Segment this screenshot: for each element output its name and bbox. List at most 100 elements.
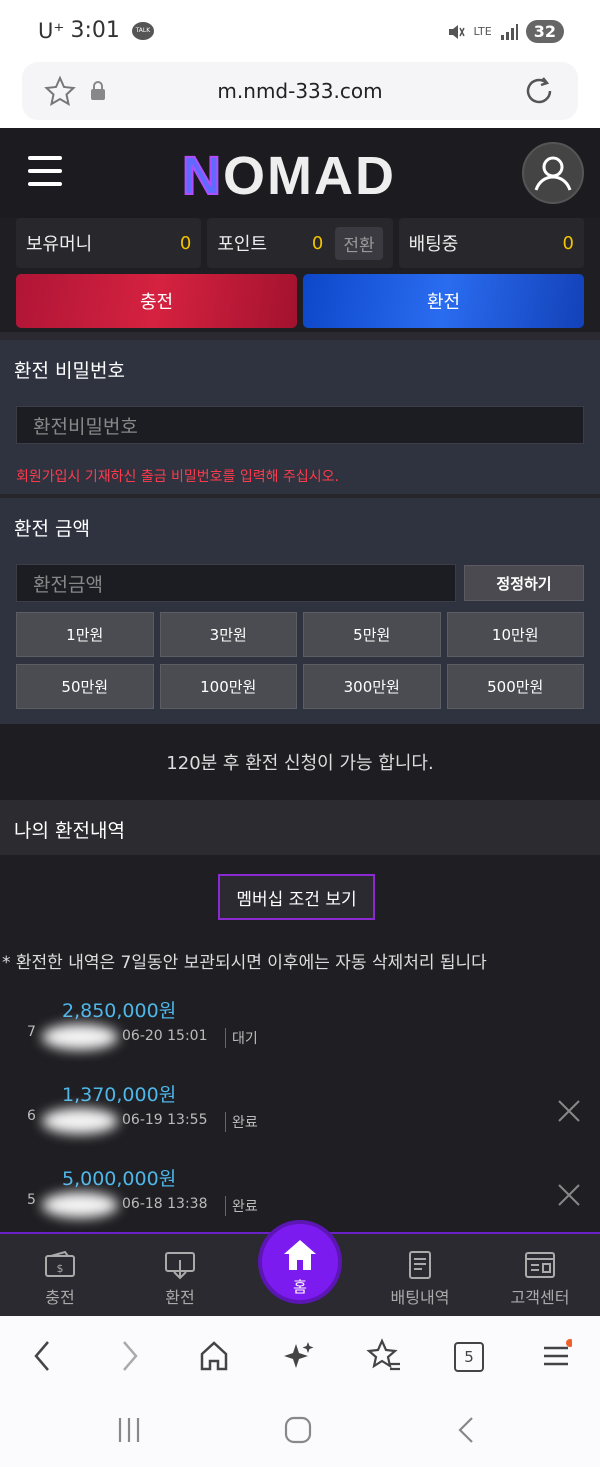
menu-icon[interactable]: [542, 1338, 572, 1374]
history-title: 나의 환전내역: [14, 820, 125, 842]
nav-support[interactable]: 고객센터: [490, 1250, 590, 1308]
mute-icon: [449, 24, 466, 39]
tabs-button[interactable]: 5: [454, 1342, 484, 1372]
history-row-amount: 1,370,000원: [62, 1084, 177, 1106]
quick-amount-button[interactable]: 50만원: [16, 664, 154, 709]
network-type: LTE: [473, 25, 492, 38]
withdraw-icon: [165, 1252, 195, 1280]
quick-amount-button[interactable]: 10만원: [446, 612, 584, 657]
history-row-status: 완료: [225, 1112, 258, 1132]
site-header: NOMAD: [0, 128, 600, 218]
withdraw-password-title: 환전 비밀번호: [14, 360, 125, 382]
back-arrow-icon[interactable]: [30, 1338, 54, 1374]
withdraw-password-input[interactable]: 환전비밀번호: [16, 406, 584, 444]
confirm-amount-button[interactable]: 정정하기: [464, 565, 584, 601]
site-logo[interactable]: NOMAD: [181, 145, 396, 207]
history-row-status: 완료: [225, 1196, 258, 1216]
quick-amount-button[interactable]: 500만원: [446, 664, 584, 709]
quick-amount-button[interactable]: 3만원: [159, 612, 297, 657]
nav-home-label: 홈: [293, 1278, 307, 1296]
bookmarks-star-icon[interactable]: [366, 1338, 402, 1374]
address-bar[interactable]: m.nmd-333.com: [22, 62, 578, 120]
history-retention-note: * 환전한 내역은 7일동안 보관되시면 이후에는 자동 삭제처리 됩니다: [2, 953, 487, 973]
money-label: 보유머니: [26, 234, 93, 255]
quick-amount-button[interactable]: 300만원: [303, 664, 441, 709]
profile-avatar[interactable]: [522, 142, 584, 204]
redacted-username: [42, 1192, 118, 1218]
divider: [0, 332, 600, 340]
quick-amount-button[interactable]: 5만원: [303, 612, 441, 657]
history-row-status: 대기: [225, 1028, 258, 1048]
history-row-date: 06-19 13:55: [122, 1112, 208, 1128]
clock: 3:01: [70, 18, 120, 43]
deposit-button[interactable]: 충전: [16, 274, 297, 328]
redacted-username: [42, 1108, 118, 1134]
talk-notification-icon: TALK: [131, 21, 154, 40]
delete-close-icon[interactable]: [556, 1098, 582, 1124]
nav-deposit[interactable]: $ 충전: [10, 1250, 110, 1308]
history-row-number: 7: [27, 1024, 36, 1040]
betting-label: 배팅중: [408, 234, 459, 255]
browser-url-area: m.nmd-333.com: [0, 62, 600, 128]
point-balance: 포인트 0 전환: [207, 218, 393, 268]
history-row: 7 2,850,000원 06-20 15:01 대기: [0, 996, 600, 1080]
action-buttons: 충전 환전: [16, 274, 584, 328]
status-bar: U⁺ 3:01 TALK LTE 32: [0, 0, 600, 62]
home-icon: [284, 1240, 316, 1270]
nav-bet-history-label: 배팅내역: [390, 1288, 450, 1307]
battery-indicator: 32: [525, 20, 564, 43]
home-icon[interactable]: [198, 1338, 230, 1374]
nav-bet-history[interactable]: 배팅내역: [370, 1250, 470, 1308]
history-row-date: 06-18 13:38: [122, 1196, 208, 1212]
nav-deposit-label: 충전: [45, 1288, 75, 1307]
url-text: m.nmd-333.com: [217, 79, 383, 103]
point-label: 포인트: [217, 234, 268, 255]
support-icon: [525, 1252, 555, 1278]
home-button-icon[interactable]: [284, 1416, 312, 1444]
sparkle-icon[interactable]: [282, 1338, 316, 1374]
point-value: 0: [311, 232, 324, 254]
browser-toolbar: 5: [0, 1316, 600, 1396]
system-navigation: [0, 1396, 600, 1467]
convert-points-button[interactable]: 전환: [335, 226, 383, 260]
history-header: 나의 환전내역: [0, 800, 600, 855]
signal-icon: [500, 23, 518, 40]
menu-icon[interactable]: [28, 156, 62, 186]
history-row-date: 06-20 15:01: [122, 1028, 208, 1044]
withdraw-cooldown-notice: 120분 후 환전 신청이 가능 합니다.: [0, 724, 600, 800]
forward-arrow-icon[interactable]: [118, 1338, 142, 1374]
withdraw-amount-input[interactable]: 환전금액: [16, 564, 456, 602]
password-warning: 회원가입시 기재하신 출금 비밀번호를 입력해 주십시오.: [16, 469, 339, 485]
carrier-label: U⁺: [38, 18, 65, 43]
back-button-icon[interactable]: [456, 1416, 476, 1444]
betting-value: 0: [562, 232, 574, 254]
balance-bar: 보유머니 0 포인트 0 전환 배팅중 0: [16, 218, 584, 268]
betting-balance: 배팅중 0: [398, 218, 584, 268]
history-row-amount: 5,000,000원: [62, 1168, 177, 1190]
nav-withdraw[interactable]: 환전: [130, 1250, 230, 1308]
withdraw-button[interactable]: 환전: [303, 274, 584, 328]
nav-home[interactable]: 홈: [258, 1220, 342, 1304]
recent-apps-icon[interactable]: [116, 1416, 142, 1444]
withdraw-amount-title: 환전 금액: [14, 518, 90, 540]
money-balance: 보유머니 0: [16, 218, 202, 268]
quick-amount-button[interactable]: 100만원: [159, 664, 297, 709]
quick-amount-button[interactable]: 1만원: [16, 612, 154, 657]
history-row-number: 6: [27, 1108, 36, 1124]
reload-icon[interactable]: [522, 74, 556, 108]
wallet-icon: $: [45, 1250, 75, 1277]
user-icon: [534, 156, 572, 191]
nav-withdraw-label: 환전: [165, 1288, 195, 1307]
nav-support-label: 고객센터: [510, 1288, 570, 1307]
history-row: 6 1,370,000원 06-19 13:55 완료: [0, 1080, 600, 1164]
document-icon: [409, 1251, 431, 1279]
money-value: 0: [179, 232, 192, 254]
history-row-amount: 2,850,000원: [62, 1000, 177, 1022]
delete-close-icon[interactable]: [556, 1182, 582, 1208]
withdraw-password-panel: 환전 비밀번호 환전비밀번호 회원가입시 기재하신 출금 비밀번호를 입력해 주…: [0, 340, 600, 494]
membership-conditions-button[interactable]: 멤버십 조건 보기: [218, 874, 375, 920]
quick-amount-grid: 1만원 3만원 5만원 10만원 50만원 100만원 300만원 500만원: [16, 612, 584, 709]
redacted-username: [42, 1024, 118, 1050]
svg-text:$: $: [57, 1262, 64, 1275]
history-row-number: 5: [27, 1192, 36, 1208]
